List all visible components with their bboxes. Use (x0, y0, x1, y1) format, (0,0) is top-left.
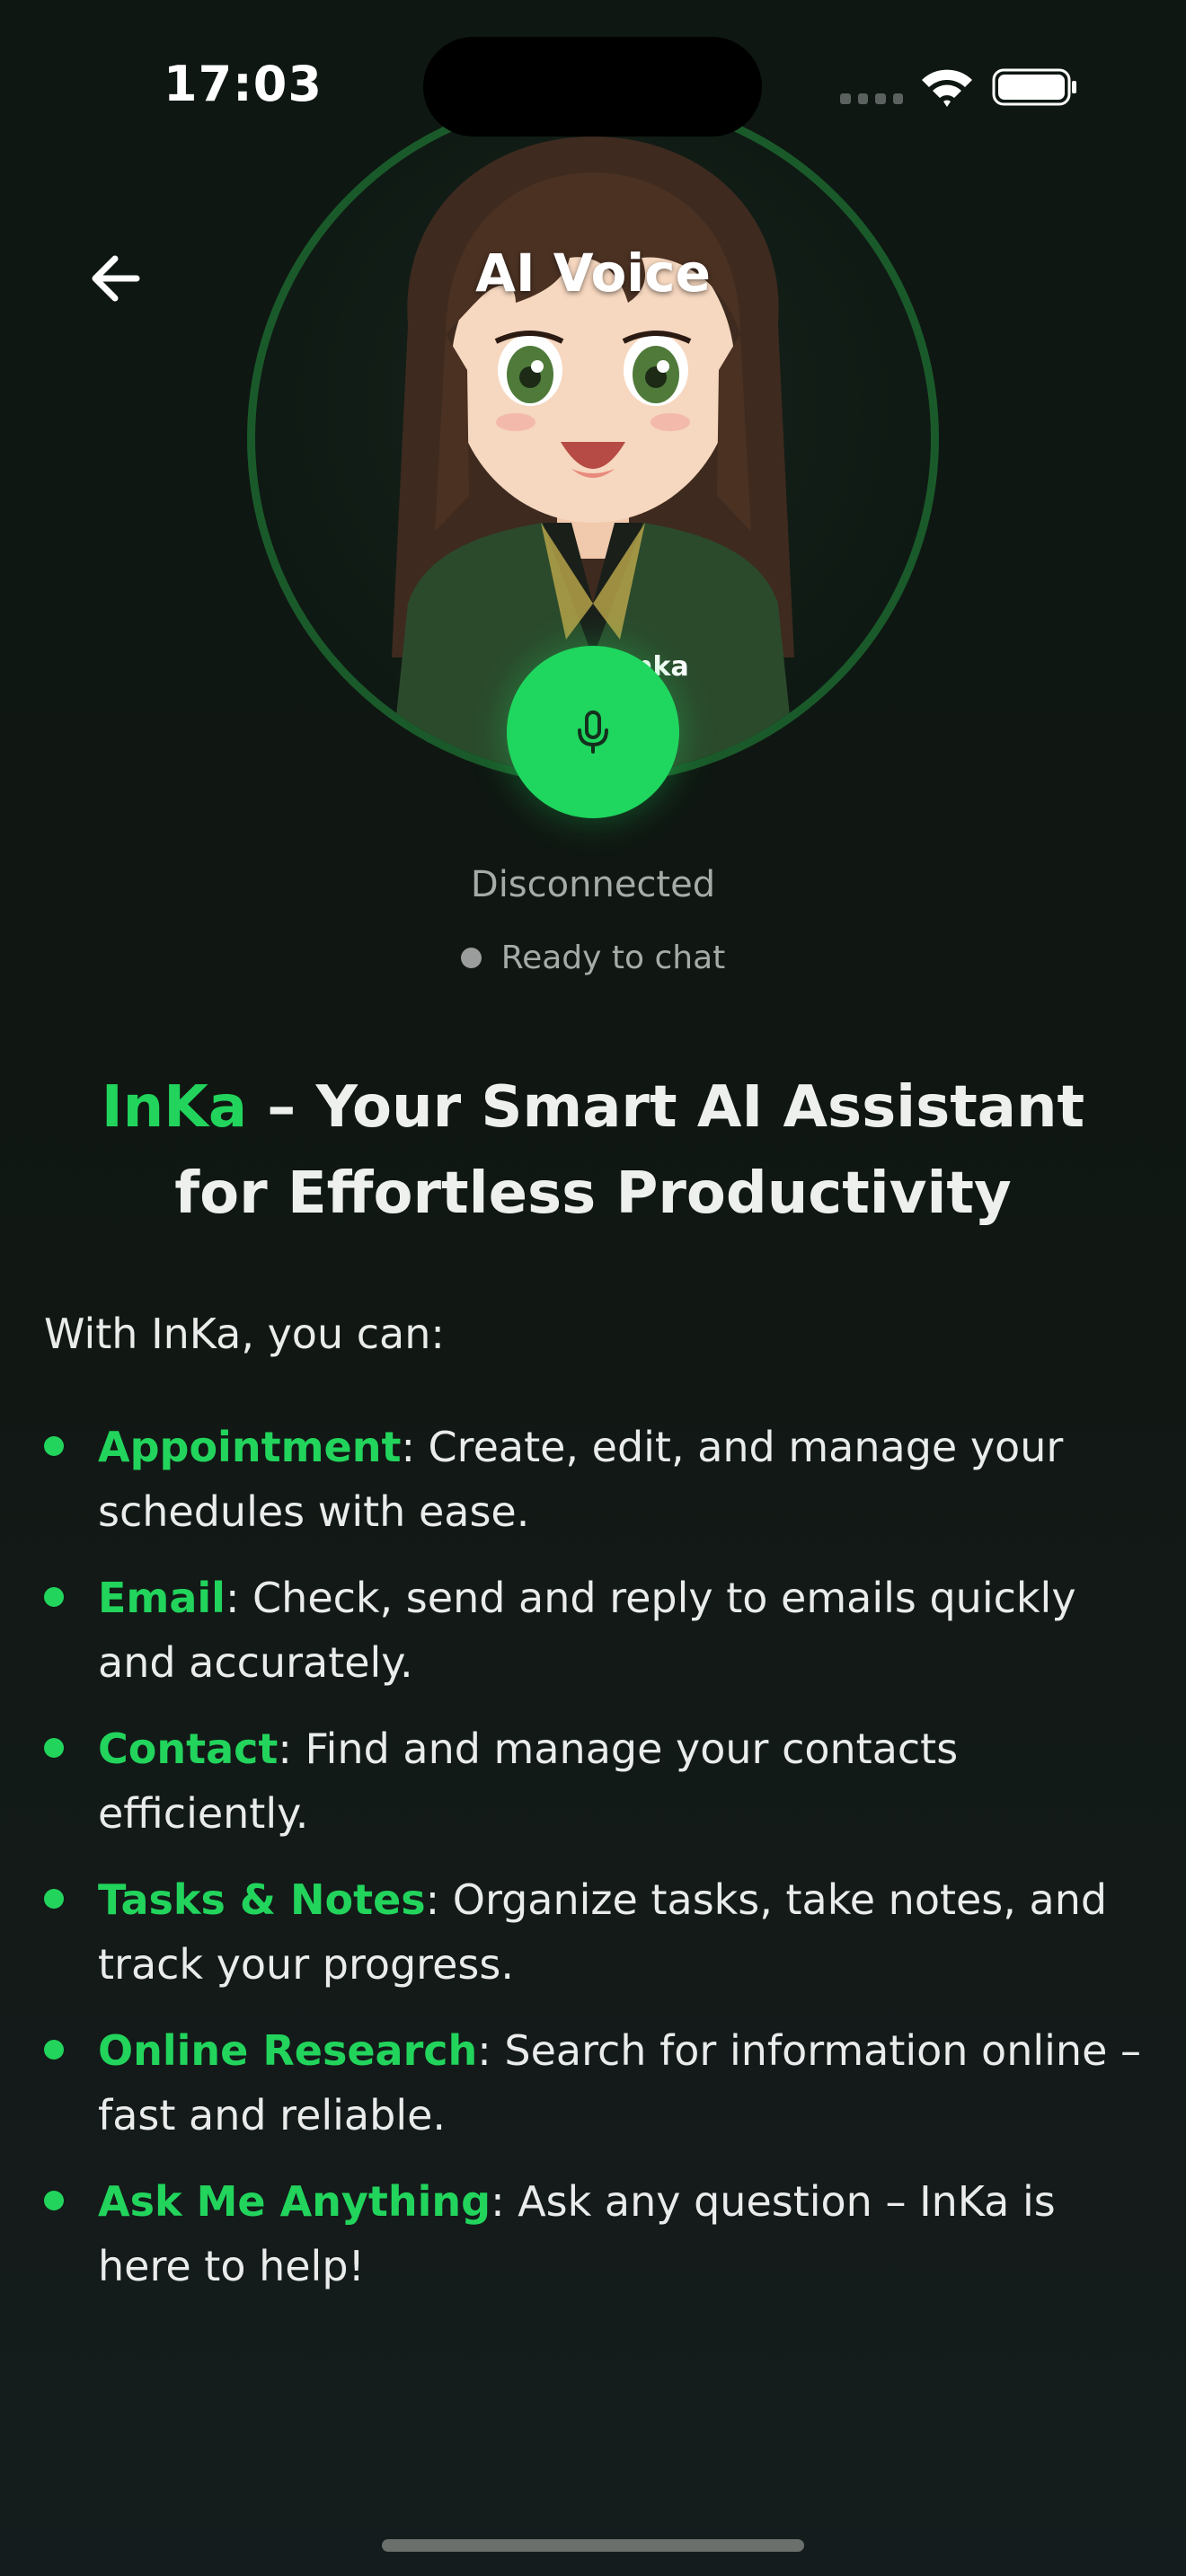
battery-icon (992, 68, 1076, 106)
microphone-icon (578, 710, 608, 754)
bullet-icon (44, 2191, 64, 2210)
feature-item: Contact: Find and manage your contacts e… (44, 1716, 1158, 1846)
headline-text: – Your Smart AI Assistant for Effortless… (174, 1074, 1085, 1227)
feature-name: Online Research (98, 2026, 478, 2075)
feature-name: Ask Me Anything (98, 2177, 491, 2226)
status-dot-icon (460, 948, 482, 968)
ready-status: Ready to chat (0, 940, 1186, 976)
page-title: AI Voice (475, 243, 711, 304)
feature-name: Email (98, 1574, 226, 1622)
bullet-icon (44, 1587, 64, 1607)
feature-name: Appointment (98, 1423, 402, 1471)
feature-name: Contact (98, 1725, 279, 1773)
feature-item: Tasks & Notes: Organize tasks, take note… (44, 1867, 1158, 1997)
feature-item: Email: Check, send and reply to emails q… (44, 1566, 1158, 1695)
feature-list: Appointment: Create, edit, and manage yo… (44, 1415, 1158, 2320)
headline: InKa – Your Smart AI Assistant for Effor… (54, 1064, 1132, 1237)
bullet-icon (44, 1889, 64, 1909)
bullet-icon (44, 2040, 64, 2060)
feature-item: Online Research: Search for information … (44, 2018, 1158, 2148)
dynamic-island (423, 37, 762, 137)
feature-item: Ask Me Anything: Ask any question – InKa… (44, 2169, 1158, 2298)
connection-status: Disconnected (470, 864, 716, 905)
arrow-left-icon (92, 255, 140, 302)
ready-text: Ready to chat (500, 940, 726, 976)
microphone-button[interactable] (507, 646, 679, 818)
feature-name: Tasks & Notes (98, 1875, 426, 1924)
feature-item: Appointment: Create, edit, and manage yo… (44, 1415, 1158, 1544)
intro-text: With InKa, you can: (44, 1310, 445, 1358)
headline-brand: InKa (101, 1074, 248, 1141)
feature-description: : Check, send and reply to emails quickl… (98, 1574, 1076, 1687)
back-button[interactable] (83, 243, 155, 314)
bullet-icon (44, 1738, 64, 1758)
bullet-icon (44, 1436, 64, 1456)
home-indicator[interactable] (382, 2539, 804, 2552)
